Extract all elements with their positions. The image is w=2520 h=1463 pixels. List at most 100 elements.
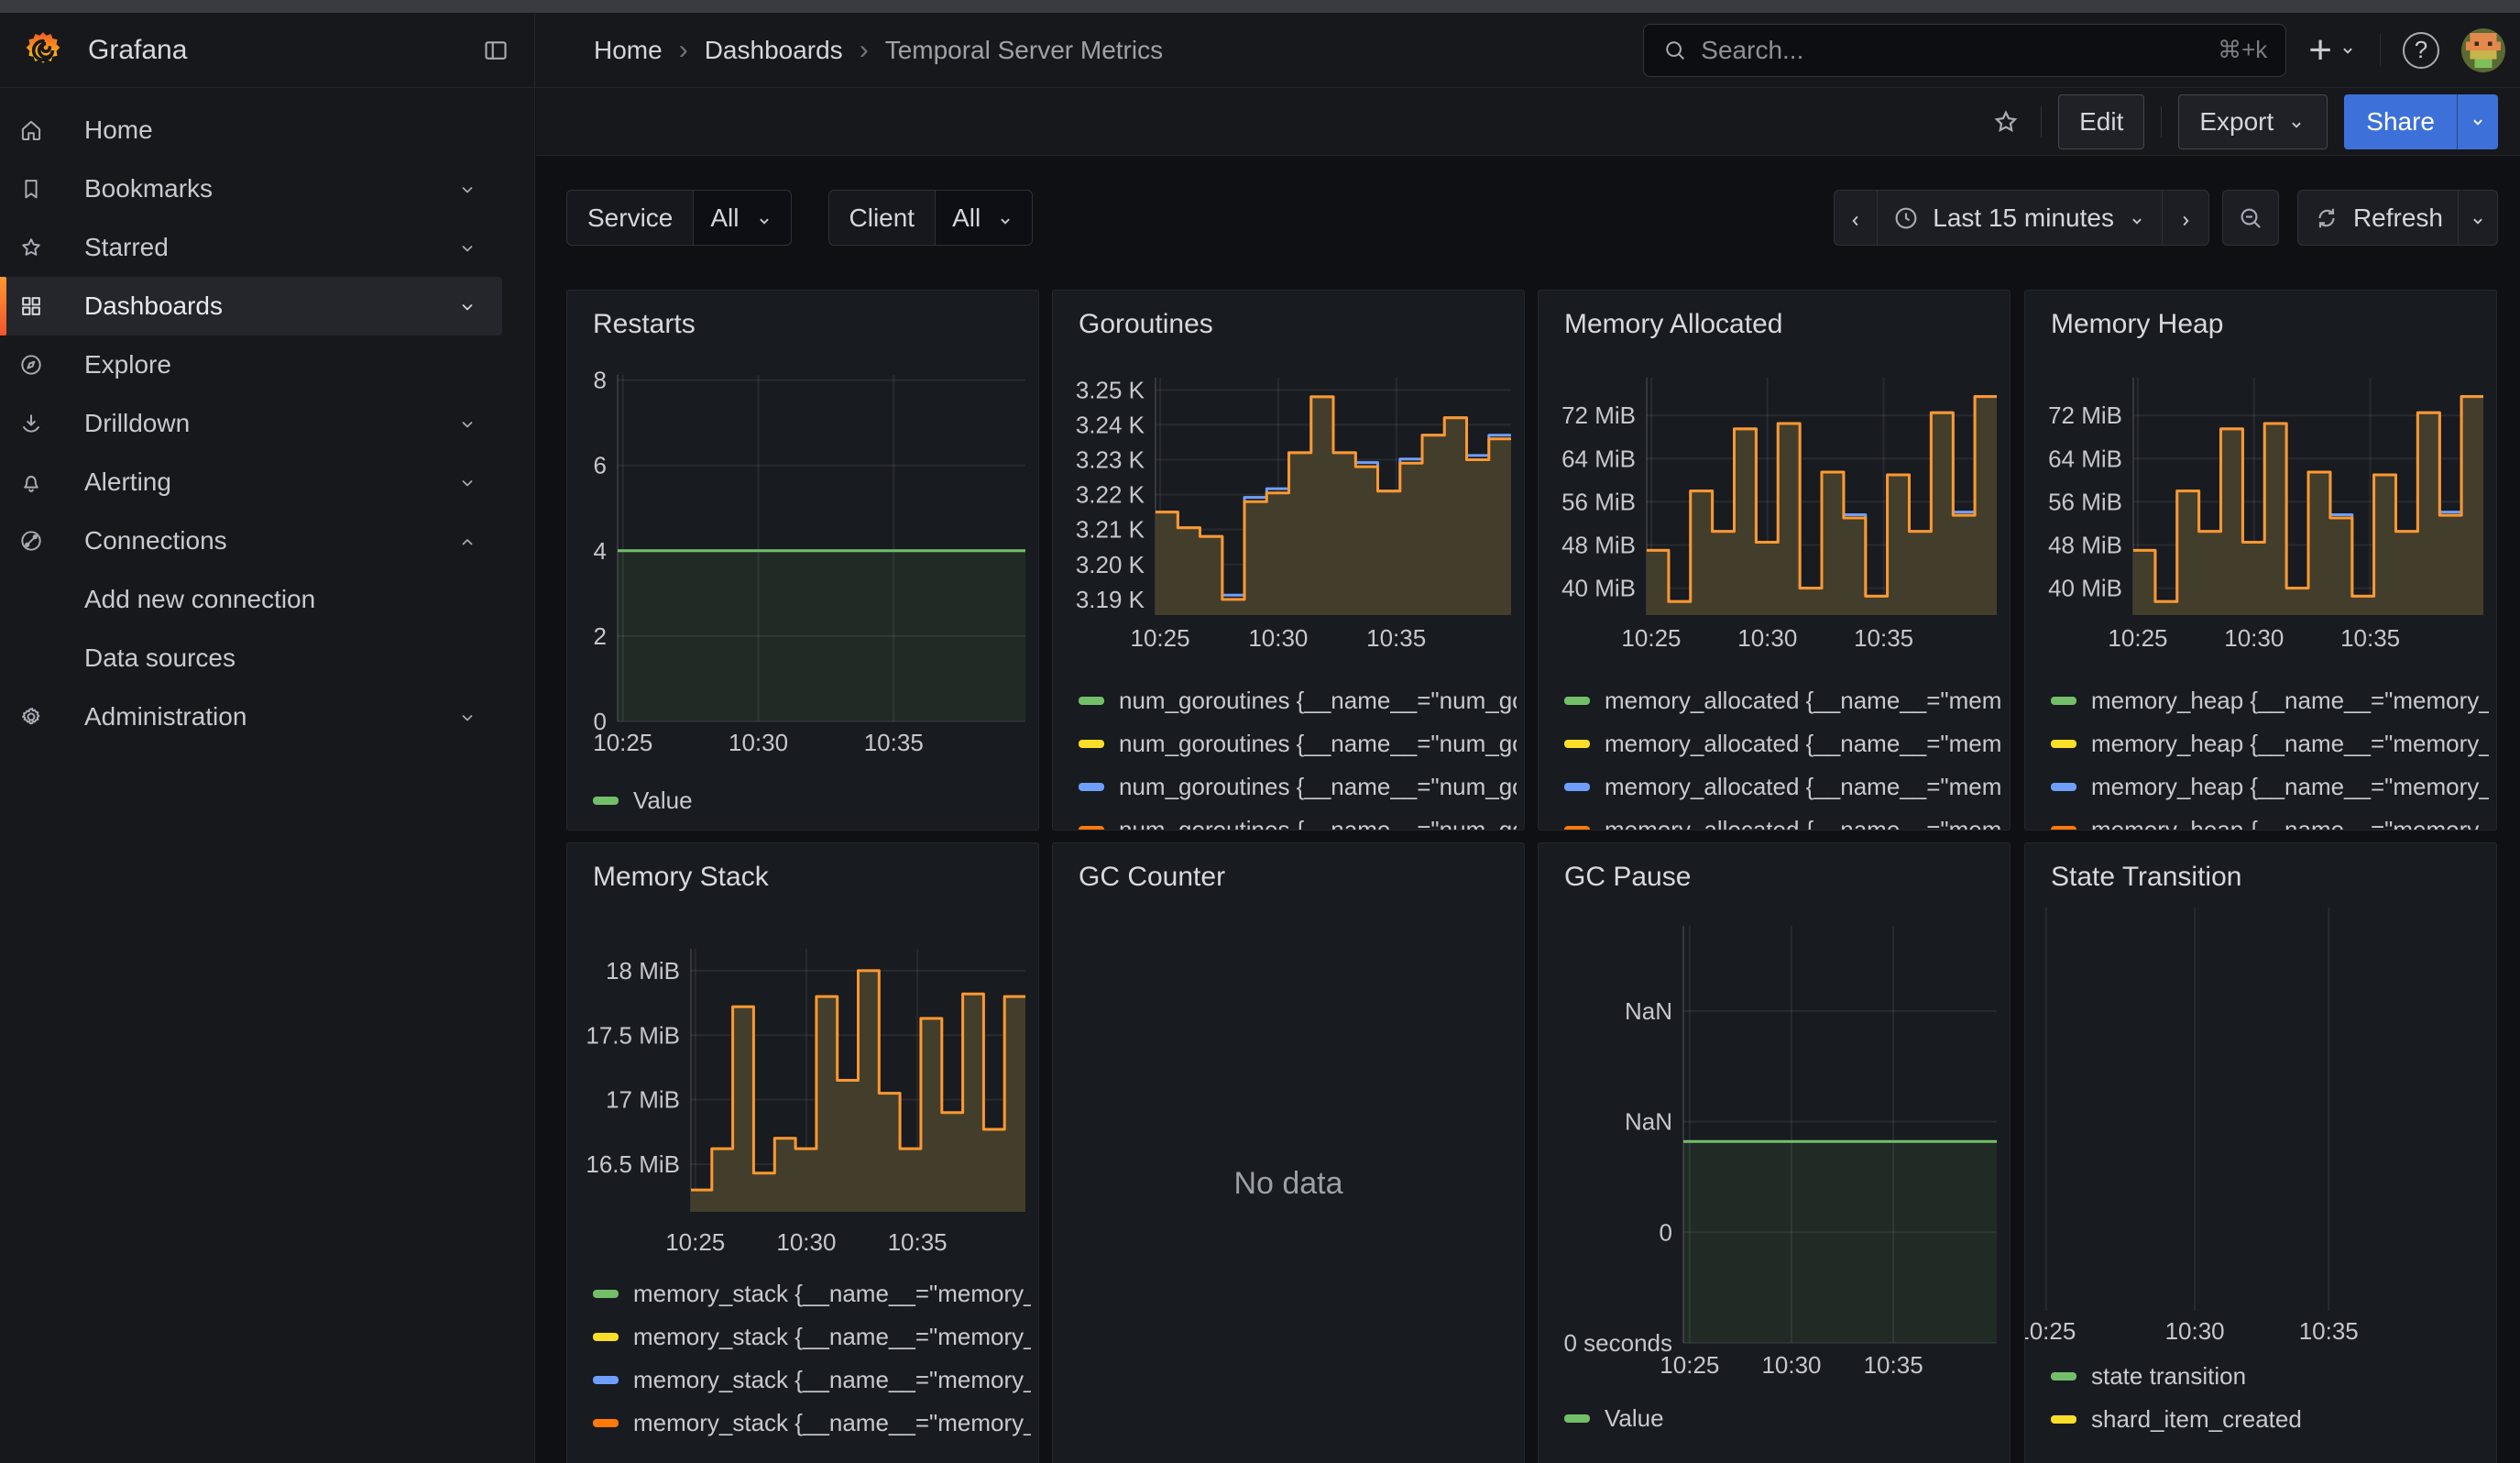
sidebar-item-connections[interactable]: Connections	[0, 512, 502, 570]
legend-label[interactable]: memory_stack {__name__="memory_s	[633, 1366, 1031, 1394]
legend-item[interactable]: memory_heap {__name__="memory_h	[2051, 679, 2489, 722]
svg-text:17 MiB: 17 MiB	[606, 1086, 680, 1114]
legend-item[interactable]: num_goroutines {__name__="num_go	[1079, 679, 1517, 722]
legend-item[interactable]: memory_heap {__name__="memory_h	[2051, 765, 2489, 808]
chevron-down-icon	[2338, 40, 2358, 60]
legend-label[interactable]: shard_item_created	[2091, 1405, 2302, 1434]
legend-item[interactable]: memory_stack {__name__="memory_s	[593, 1358, 1031, 1402]
search-input[interactable]: Search... ⌘+k	[1643, 24, 2286, 77]
legend-label[interactable]: memory_allocated {__name__="memo	[1605, 816, 2002, 830]
sidebar-item-data-sources[interactable]: Data sources	[0, 629, 502, 688]
legend-item[interactable]: memory_allocated {__name__="memo	[1564, 679, 2002, 722]
legend-label[interactable]: memory_heap {__name__="memory_h	[2091, 687, 2489, 715]
avatar-image	[2461, 28, 2505, 72]
panel-title[interactable]: Restarts	[593, 309, 696, 340]
legend-label[interactable]: memory_allocated {__name__="memo	[1605, 687, 2002, 715]
legend-label[interactable]: state transition	[2091, 1362, 2246, 1391]
legend-item[interactable]: num_goroutines {__name__="num_go	[1079, 722, 1517, 765]
breadcrumb-dashboards[interactable]: Dashboards	[705, 36, 843, 65]
sidebar-item-label: Bookmarks	[84, 174, 213, 204]
grafana-logo-icon[interactable]	[22, 29, 64, 72]
svg-text:72 MiB: 72 MiB	[1561, 402, 1636, 429]
sidebar-toggle-button[interactable]	[477, 32, 514, 69]
sidebar-item-dashboards[interactable]: Dashboards	[0, 277, 502, 336]
svg-text:18 MiB: 18 MiB	[606, 957, 680, 984]
legend-item[interactable]: memory_allocated {__name__="memo	[1564, 765, 2002, 808]
legend-label[interactable]: memory_heap {__name__="memory_h	[2091, 730, 2489, 758]
add-new-button[interactable]: +	[2308, 30, 2358, 71]
sidebar-item-drilldown[interactable]: Drilldown	[0, 394, 502, 453]
legend-item[interactable]: memory_allocated {__name__="memo	[1564, 808, 2002, 830]
legend-swatch-icon	[593, 1290, 619, 1298]
legend-item[interactable]: memory_heap {__name__="memory_h	[2051, 722, 2489, 765]
client-value-dropdown[interactable]: All	[935, 190, 1033, 246]
panel-title[interactable]: State Transition	[2051, 862, 2241, 893]
legend-swatch-icon	[1564, 826, 1590, 830]
breadcrumb-home[interactable]: Home	[594, 36, 663, 65]
help-button[interactable]: ?	[2403, 32, 2439, 69]
nav-logo-section: Grafana	[0, 13, 535, 87]
sidebar-item-administration[interactable]: Administration	[0, 688, 502, 746]
time-range-button[interactable]: Last 15 minutes	[1877, 190, 2163, 246]
service-label: Service	[566, 190, 694, 246]
breadcrumb-separator: ›	[860, 35, 869, 66]
legend-item[interactable]: memory_heap {__name__="memory_h	[2051, 808, 2489, 830]
legend-label[interactable]: memory_stack {__name__="memory_s	[633, 1409, 1031, 1437]
legend-label[interactable]: memory_allocated {__name__="memo	[1605, 730, 2002, 758]
sidebar-item-starred[interactable]: Starred	[0, 218, 502, 277]
time-forward-button[interactable]	[2162, 190, 2209, 246]
gc-pause-chart[interactable]: 0 seconds0NaNNaN10:2510:3010:35	[1539, 843, 2010, 1463]
chevron-down-icon	[456, 236, 478, 258]
panel-title[interactable]: Memory Allocated	[1564, 309, 1782, 340]
legend-item[interactable]: num_goroutines {__name__="num_go	[1079, 808, 1517, 830]
zoom-out-button[interactable]	[2222, 190, 2279, 246]
legend-label[interactable]: num_goroutines {__name__="num_go	[1119, 687, 1517, 715]
refresh-interval-button[interactable]	[2458, 190, 2498, 246]
legend-label[interactable]: memory_stack {__name__="memory_s	[633, 1280, 1031, 1308]
legend-item[interactable]: Value	[1564, 1397, 2002, 1440]
panel-title[interactable]: GC Pause	[1564, 862, 1691, 893]
export-button[interactable]: Export	[2178, 94, 2328, 149]
svg-text:64 MiB: 64 MiB	[1561, 445, 1636, 472]
panel-title[interactable]: GC Counter	[1079, 862, 1225, 893]
legend-item[interactable]: memory_stack {__name__="memory_s	[593, 1402, 1031, 1445]
panel-title[interactable]: Goroutines	[1079, 309, 1213, 340]
sidebar-item-explore[interactable]: Explore	[0, 336, 502, 394]
legend-label[interactable]: memory_heap {__name__="memory_h	[2091, 773, 2489, 801]
star-button[interactable]	[1988, 104, 2024, 140]
time-back-button[interactable]	[1834, 190, 1878, 246]
restarts-chart[interactable]: 0246810:2510:3010:35	[567, 291, 1038, 830]
legend-label[interactable]: memory_heap {__name__="memory_h	[2091, 816, 2489, 830]
legend: Value	[593, 779, 1031, 822]
legend-item[interactable]: Value	[593, 779, 1031, 822]
legend-label[interactable]: Value	[1605, 1404, 1664, 1433]
sidebar-item-add-new-connection[interactable]: Add new connection	[0, 570, 502, 629]
legend-item[interactable]: num_goroutines {__name__="num_go	[1079, 765, 1517, 808]
sidebar-item-alerting[interactable]: Alerting	[0, 453, 502, 512]
legend-swatch-icon	[593, 797, 619, 805]
share-options-button[interactable]	[2457, 94, 2498, 149]
legend-item[interactable]: memory_stack {__name__="memory_s	[593, 1315, 1031, 1358]
legend-label[interactable]: memory_allocated {__name__="memo	[1605, 773, 2002, 801]
edit-button[interactable]: Edit	[2058, 94, 2144, 149]
panel-title[interactable]: Memory Heap	[2051, 309, 2223, 340]
legend-label[interactable]: Value	[633, 786, 693, 815]
service-value-dropdown[interactable]: All	[693, 190, 791, 246]
legend-label[interactable]: memory_stack {__name__="memory_s	[633, 1323, 1031, 1351]
legend-label[interactable]: num_goroutines {__name__="num_go	[1119, 816, 1517, 830]
svg-text:10:30: 10:30	[776, 1228, 836, 1256]
panel-title[interactable]: Memory Stack	[593, 862, 769, 893]
legend-item[interactable]: memory_allocated {__name__="memo	[1564, 722, 2002, 765]
legend-item[interactable]: memory_stack {__name__="memory_s	[593, 1272, 1031, 1315]
user-avatar[interactable]	[2461, 28, 2505, 72]
legend-item[interactable]: state transition	[2051, 1355, 2489, 1398]
legend-item[interactable]: shard_item_created	[2051, 1398, 2489, 1441]
sidebar-item-home[interactable]: Home	[0, 101, 502, 160]
svg-text:0: 0	[1660, 1218, 1672, 1246]
compass-icon	[18, 352, 44, 378]
sidebar-item-bookmarks[interactable]: Bookmarks	[0, 160, 502, 218]
refresh-button[interactable]: Refresh	[2297, 190, 2459, 246]
legend-label[interactable]: num_goroutines {__name__="num_go	[1119, 773, 1517, 801]
legend-label[interactable]: num_goroutines {__name__="num_go	[1119, 730, 1517, 758]
share-button[interactable]: Share	[2344, 94, 2457, 149]
